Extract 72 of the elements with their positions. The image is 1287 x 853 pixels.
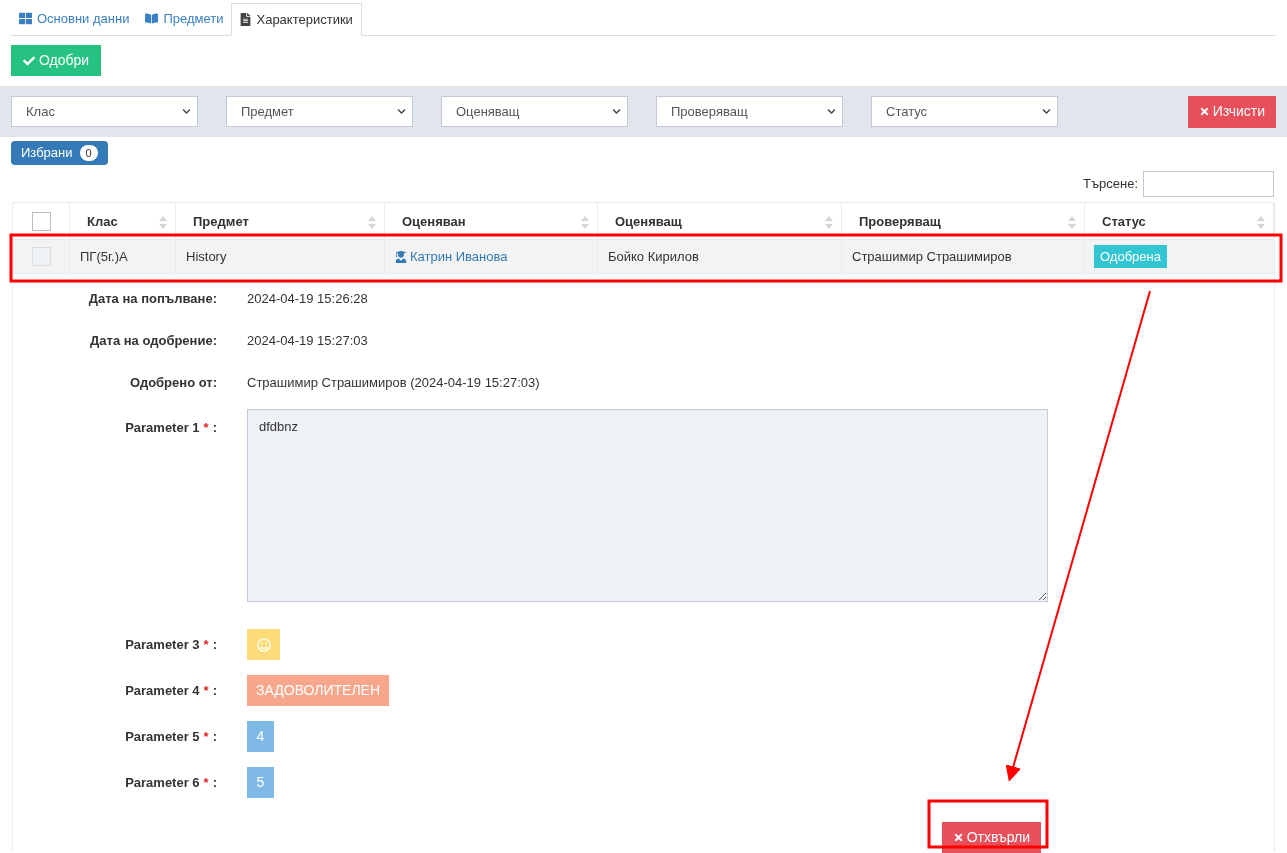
column-header[interactable]: Оценяван [385,203,598,239]
chevron-icon [1042,107,1051,116]
chevron-icon [827,107,836,116]
detail-label: Одобрено от: [129,374,218,393]
checkbox[interactable] [31,211,51,231]
search-label: Търсене: [1082,175,1138,194]
detail-label: Дата на одобрение: [89,332,218,351]
sort-icon [825,216,833,229]
close-icon [1198,106,1210,117]
detail-label: Дата на попълване: [87,290,218,309]
table-cell-text: History [186,247,227,266]
parameter-label: Parameter 4 [125,681,200,700]
checkbox[interactable] [31,247,51,266]
search-field[interactable] [1143,171,1274,197]
column-header[interactable]: Предмет [176,203,385,239]
selected-button[interactable]: Избрани 0 [11,141,108,165]
sort-icon [368,216,376,229]
parameter-label: Parameter 6 [125,773,200,792]
parameter-label: Parameter 5 [125,727,200,746]
column-header[interactable]: Клас [70,203,176,239]
label-colon: : [212,727,217,746]
text-area[interactable]: dfdbnz [247,409,1048,602]
reject-button[interactable]: Отхвърли [941,821,1041,853]
table-cell-text: Страшимир Страшимиров [852,247,1012,266]
table-cell-text: Бойко Кирилов [608,247,699,266]
filter-dropdown[interactable]: Клас [11,96,198,127]
smiley-icon [256,637,271,652]
column-header[interactable]: Статус [1085,203,1274,239]
filter-dropdown[interactable]: Проверяващ [656,96,843,127]
label-colon: : [212,773,217,792]
filter-dropdown[interactable]: Оценяващ [441,96,628,127]
sort-icon [159,216,167,229]
sort-icon [581,216,589,229]
book-icon [145,12,159,25]
parameter-label: Parameter 1 [125,419,200,437]
column-header[interactable]: Оценяващ [598,203,842,239]
table-cell-text: ПГ(5г.)А [80,247,128,266]
document-icon [240,13,252,26]
required-mark: * [203,681,209,700]
detail-value: 2024-04-19 15:27:03 [246,332,368,351]
clear-button[interactable]: Изчисти [1187,95,1276,128]
count-badge: 0 [79,145,98,161]
student-link[interactable]: Катрин Иванова [395,246,508,267]
value-badge: 4 [247,721,274,752]
column-header[interactable]: Проверяващ [842,203,1085,239]
sort-icon [1068,216,1076,229]
required-mark: * [203,773,209,792]
value-badge: 5 [247,767,274,798]
status-badge: Одобрена [1094,244,1167,269]
tab[interactable]: Предмети [137,2,232,35]
grid-icon [19,12,32,25]
close-icon [952,831,964,843]
detail-value: Страшимир Страшимиров (2024-04-19 15:27:03) [246,374,540,393]
label-colon: : [212,635,217,654]
filter-dropdown[interactable]: Предмет [226,96,413,127]
label-colon: : [212,681,217,700]
filter-dropdown[interactable]: Статус [871,96,1058,127]
required-mark: * [203,635,209,654]
tab[interactable]: Основни данни [11,2,138,35]
chevron-icon [612,107,621,116]
parameter-label: Parameter 3 [125,635,200,654]
detail-value: 2024-04-19 15:26:28 [246,290,368,309]
student-icon [395,250,407,263]
required-mark: * [203,727,209,746]
chevron-icon [397,107,406,116]
label-colon: : [212,419,217,437]
required-mark: * [203,419,209,437]
check-icon [23,54,35,67]
chevron-icon [182,107,191,116]
tab[interactable]: Характеристики [231,3,362,36]
sort-icon [1257,216,1265,229]
value-badge: ЗАДОВОЛИТЕЛЕН [247,675,389,706]
